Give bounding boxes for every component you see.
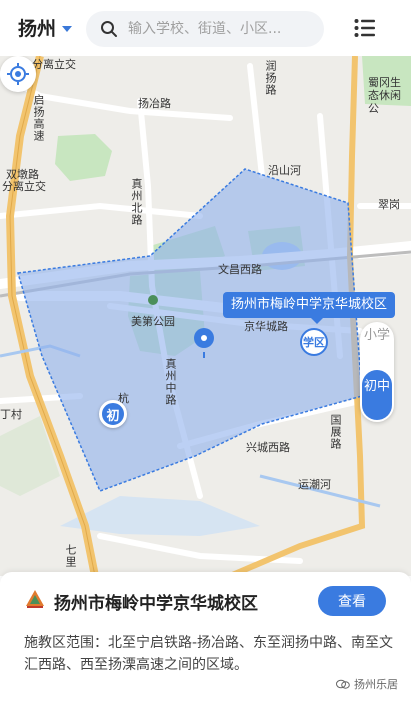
city-name: 扬州 — [18, 18, 57, 40]
map-label: 京华城路 — [244, 320, 288, 333]
map-label: 润扬路 — [264, 60, 277, 96]
search-icon — [101, 21, 117, 37]
school-level-toggle: 小学 初中 — [360, 322, 394, 422]
locate-icon[interactable] — [0, 56, 36, 92]
map-label: 美第公园 — [131, 315, 175, 328]
wechat-icon — [336, 679, 350, 689]
map-label: 运潮河 — [298, 478, 331, 491]
map-label: 丁村 — [0, 408, 22, 421]
school-district-marker[interactable]: 学区 — [300, 328, 328, 356]
map-label: 翠岗 — [378, 198, 400, 211]
district-description: 施教区范围：北至宁启铁路-扬冶路、东至润扬中路、南至文汇西路、西至扬溧高速之间的… — [24, 635, 394, 673]
map-label: 文昌西路 — [218, 263, 262, 276]
level-middle-option[interactable]: 初中 — [362, 370, 392, 420]
map-label: 真州北路 — [130, 178, 143, 226]
school-callout[interactable]: 扬州市梅岭中学京华城校区 — [223, 292, 396, 324]
map-label: 蜀冈生态休闲公 — [368, 76, 401, 115]
caret-down-icon — [62, 25, 73, 32]
map-label: 七里 — [64, 544, 77, 568]
search-box[interactable] — [86, 11, 324, 47]
school-logo-icon — [26, 590, 44, 608]
level-primary-option[interactable]: 小学 — [360, 328, 394, 344]
map-label: 真州中路 — [164, 358, 177, 406]
map-label: 启扬高速 — [32, 94, 45, 142]
watermark-text: 扬州乐居 — [354, 678, 398, 691]
middle-school-marker[interactable]: 初 — [99, 400, 127, 428]
map-label: 国展路 — [329, 414, 342, 450]
city-selector[interactable]: 扬州 — [18, 14, 73, 41]
map-label: 沿山河 — [268, 164, 301, 177]
map-label: 扬冶路 — [138, 97, 171, 110]
map-label: 分离立交 — [32, 58, 76, 71]
map-label: 兴城西路 — [246, 441, 290, 454]
map-view[interactable]: 分离立交 扬冶路 启扬高速 润扬路 蜀冈生态休闲公 沿山河 双墩路 分离立交 真… — [0, 56, 411, 576]
search-input[interactable] — [128, 21, 308, 37]
school-info-card: 扬州市梅岭中学京华城校区 查看 施教区范围：北至宁启铁路-扬冶路、东至润扬中路、… — [0, 572, 411, 701]
card-title: 扬州市梅岭中学京华城校区 — [54, 594, 258, 614]
watermark: 扬州乐居 — [336, 676, 398, 692]
top-bar: 扬州 — [0, 0, 411, 56]
view-button[interactable]: 查看 — [318, 586, 386, 616]
list-menu-icon[interactable] — [354, 18, 376, 38]
map-label: 分离立交 — [2, 180, 46, 193]
